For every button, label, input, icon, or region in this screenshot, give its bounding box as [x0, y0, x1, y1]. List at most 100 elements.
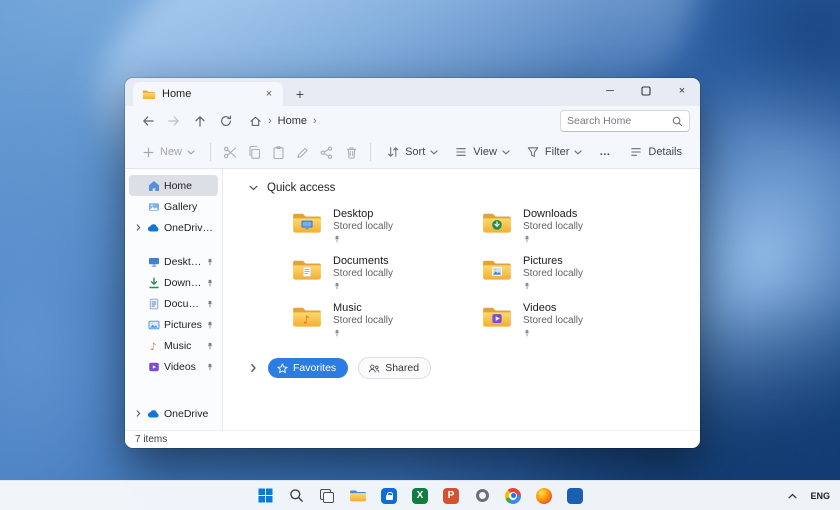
tile-desktop[interactable]: Desktop Stored locally — [291, 207, 481, 249]
up-icon — [195, 116, 205, 127]
navigation-bar: › Home › — [125, 106, 700, 136]
shared-button[interactable]: Shared — [358, 357, 432, 379]
details-button[interactable]: Details — [621, 141, 690, 163]
tile-videos[interactable]: Videos Stored locally — [481, 301, 671, 343]
filter-button[interactable]: Filter — [519, 141, 589, 163]
pin-icon — [206, 363, 214, 371]
chevron-down-icon — [430, 149, 438, 155]
search-input[interactable] — [567, 115, 672, 127]
sidebar-item-downloads[interactable]: Downloads — [129, 272, 218, 293]
videos-icon — [147, 360, 160, 373]
share-icon — [320, 145, 333, 159]
breadcrumb-chevron-icon: › — [313, 115, 317, 127]
tile-music[interactable]: ♪ Music Stored locally — [291, 301, 481, 343]
delete-button[interactable] — [340, 140, 362, 164]
sort-button[interactable]: Sort — [379, 141, 445, 163]
pictures-icon — [147, 318, 160, 331]
tile-downloads[interactable]: Downloads Stored locally — [481, 207, 671, 249]
rename-button[interactable] — [292, 140, 314, 164]
favorites-button[interactable]: Favorites — [268, 358, 349, 378]
pin-icon — [333, 234, 393, 246]
sidebar-item-onedrive-personal[interactable]: OneDrive - Personal — [129, 217, 218, 238]
vscode-icon — [567, 487, 583, 504]
downloads-folder-icon — [483, 213, 511, 233]
chrome-button[interactable] — [502, 485, 524, 507]
expand-chevron-icon[interactable] — [133, 410, 143, 417]
tab-title: Home — [162, 88, 192, 100]
status-bar: 7 items — [125, 430, 700, 448]
language-indicator[interactable]: ENG — [810, 491, 830, 501]
navigation-pane: Home Gallery OneDrive Desktop Downlo Doc… — [125, 169, 223, 430]
back-button[interactable] — [135, 109, 161, 133]
settings-button[interactable] — [471, 485, 493, 507]
home-icon — [147, 179, 160, 192]
minimize-button[interactable]: ─ — [592, 78, 628, 104]
details-icon — [631, 148, 642, 156]
sidebar-item-onedrive[interactable]: OneDrive — [129, 403, 218, 424]
task-view-button[interactable] — [316, 485, 338, 507]
tile-documents[interactable]: Documents Stored locally — [291, 254, 481, 296]
up-button[interactable] — [187, 109, 213, 133]
sidebar-item-music[interactable]: ♪ Music — [129, 335, 218, 356]
home-icon[interactable] — [249, 115, 262, 128]
sidebar-item-documents[interactable]: Documents — [129, 293, 218, 314]
pin-icon — [206, 300, 214, 308]
people-icon — [369, 364, 380, 372]
new-button[interactable]: New — [135, 142, 202, 163]
more-options-button[interactable]: … — [591, 146, 619, 158]
sort-icon — [388, 147, 399, 157]
breadcrumb-item-home[interactable]: Home — [278, 115, 307, 127]
tab-home[interactable]: Home × — [133, 82, 283, 106]
view-button[interactable]: View — [447, 141, 517, 163]
maximize-button[interactable] — [628, 78, 664, 104]
item-count: 7 items — [135, 434, 168, 445]
sidebar-item-pictures[interactable]: Pictures — [129, 314, 218, 335]
sidebar-item-home[interactable]: Home — [129, 175, 218, 196]
firefox-button[interactable] — [533, 485, 555, 507]
title-bar: Home × + ─ × — [125, 78, 700, 106]
taskbar-file-explorer-button[interactable] — [347, 485, 369, 507]
tab-close-icon[interactable]: × — [261, 86, 277, 102]
powerpoint-button[interactable]: P — [440, 485, 462, 507]
quick-access-section-header[interactable]: Quick access — [249, 177, 700, 199]
sidebar-item-videos[interactable]: Videos — [129, 356, 218, 377]
toolbar-separator — [370, 143, 372, 161]
breadcrumb: › Home › — [249, 115, 317, 128]
refresh-button[interactable] — [213, 109, 239, 133]
cut-button[interactable] — [219, 140, 241, 164]
powerpoint-icon: P — [443, 487, 459, 504]
excel-button[interactable]: X — [409, 485, 431, 507]
paste-button[interactable] — [267, 140, 289, 164]
music-icon: ♪ — [147, 339, 160, 352]
filter-icon — [527, 147, 539, 157]
documents-icon — [147, 297, 160, 310]
microsoft-store-button[interactable] — [378, 485, 400, 507]
copy-button[interactable] — [243, 140, 265, 164]
tile-pictures[interactable]: Pictures Stored locally — [481, 254, 671, 296]
pin-icon — [523, 281, 583, 293]
maximize-icon — [641, 86, 651, 96]
rename-icon — [297, 147, 308, 158]
file-explorer-icon — [350, 490, 366, 502]
quick-access-title: Quick access — [267, 182, 336, 194]
start-button[interactable] — [254, 485, 276, 507]
sidebar-item-desktop[interactable]: Desktop — [129, 251, 218, 272]
expand-chevron-icon[interactable] — [133, 224, 143, 231]
chevron-right-icon[interactable] — [251, 363, 257, 373]
new-tab-button[interactable]: + — [289, 83, 311, 105]
pin-icon — [523, 234, 583, 246]
toolbar-separator — [210, 143, 211, 161]
chevron-down-icon — [249, 185, 258, 191]
documents-folder-icon — [293, 260, 321, 280]
window-controls: ─ × — [592, 78, 700, 106]
close-button[interactable]: × — [664, 78, 700, 104]
sidebar-item-gallery[interactable]: Gallery — [129, 196, 218, 217]
pin-icon — [206, 321, 214, 329]
excel-icon: X — [412, 487, 428, 504]
taskbar-search-button[interactable] — [285, 485, 307, 507]
share-button[interactable] — [316, 140, 338, 164]
forward-button[interactable] — [161, 109, 187, 133]
window-body: Home Gallery OneDrive Desktop Downlo Doc… — [125, 169, 700, 430]
show-hidden-icons-chevron[interactable] — [788, 493, 798, 499]
vscode-button[interactable] — [564, 485, 586, 507]
